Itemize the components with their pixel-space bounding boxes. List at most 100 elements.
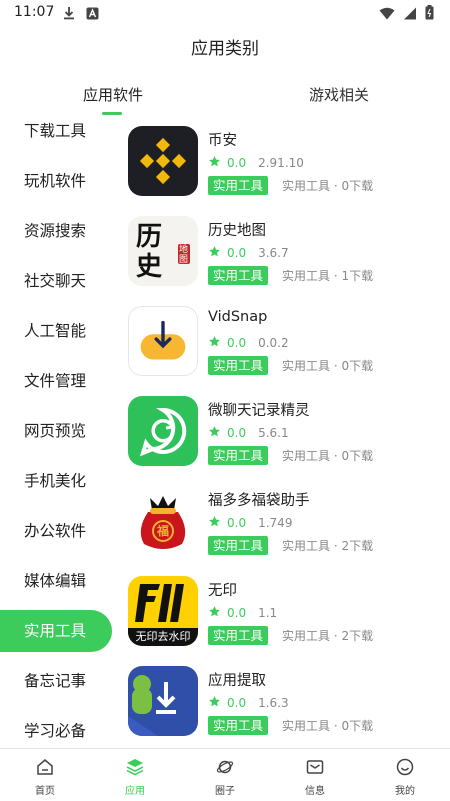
- history-map-icon: 历史 地图: [128, 216, 198, 286]
- smile-icon: [396, 758, 414, 776]
- star-icon: [208, 425, 221, 441]
- chat-restore-icon: [128, 396, 198, 466]
- nav-apps[interactable]: 应用: [90, 749, 180, 801]
- nav-label: 我的: [395, 786, 415, 797]
- sidebar-item-notes[interactable]: 备忘记事: [0, 660, 118, 702]
- battery-icon: [425, 5, 434, 24]
- sidebar-item-study[interactable]: 学习必备: [0, 710, 118, 748]
- app-extract-icon: [128, 666, 198, 736]
- nav-messages[interactable]: 信息: [270, 749, 360, 801]
- list-item[interactable]: 应用提取 0.0 1.6.3 实用工具 实用工具 · 0下载: [118, 658, 450, 748]
- message-icon: [306, 758, 324, 776]
- download-info: 实用工具 · 2下载: [282, 539, 374, 553]
- app-name: 历史地图: [208, 223, 266, 239]
- app-name: VidSnap: [208, 309, 268, 325]
- list-item[interactable]: 历史 地图 历史地图 0.0 3.6.7 实用工具 实用工具 · 1下载: [118, 208, 450, 298]
- app-name: 应用提取: [208, 673, 266, 689]
- star-icon: [208, 605, 221, 621]
- category-sidebar: 下载工具 玩机软件 资源搜索 社交聊天 人工智能 文件管理 网页预览 手机美化 …: [0, 104, 118, 748]
- download-status-icon: [62, 5, 76, 24]
- list-item[interactable]: 无印去水印 无印 0.0 1.1 实用工具 实用工具 · 2下载: [118, 568, 450, 658]
- nav-circle[interactable]: 圈子: [180, 749, 270, 801]
- app-name: 微聊天记录精灵: [208, 403, 310, 419]
- category-tag: 实用工具: [208, 536, 269, 555]
- lucky-bag-icon: 福: [128, 486, 198, 556]
- star-icon: [208, 245, 221, 261]
- status-time: 11:07: [14, 4, 55, 20]
- wifi-icon: [379, 5, 395, 24]
- nav-label: 首页: [35, 786, 55, 797]
- list-item[interactable]: 福 福多多福袋助手 0.0 1.749 实用工具 实用工具 · 2下载: [118, 478, 450, 568]
- download-info: 实用工具 · 0下载: [282, 719, 374, 733]
- planet-icon: [216, 758, 234, 776]
- sidebar-item-ai[interactable]: 人工智能: [0, 310, 118, 352]
- nav-label: 圈子: [215, 786, 235, 797]
- signal-icon: [403, 5, 417, 24]
- sidebar-item-download-tools[interactable]: 下载工具: [0, 110, 118, 152]
- category-tag: 实用工具: [208, 716, 269, 735]
- star-icon: [208, 695, 221, 711]
- download-arrow-icon: [128, 306, 198, 376]
- sidebar-item-web-preview[interactable]: 网页预览: [0, 410, 118, 452]
- sidebar-item-phone-tweaks[interactable]: 玩机软件: [0, 160, 118, 202]
- sidebar-item-media-editing[interactable]: 媒体编辑: [0, 560, 118, 602]
- icon-calligraphy-text: 历史: [136, 222, 163, 282]
- download-info: 实用工具 · 0下载: [282, 179, 374, 193]
- home-icon: [36, 758, 54, 776]
- app-name: 币安: [208, 133, 237, 149]
- nav-profile[interactable]: 我的: [360, 749, 450, 801]
- star-icon: [208, 515, 221, 531]
- watermark-remover-icon: 无印去水印: [128, 576, 198, 646]
- nav-label: 信息: [305, 786, 325, 797]
- download-info: 实用工具 · 1下载: [282, 269, 374, 283]
- star-icon: [208, 155, 221, 171]
- rating-value: 0.0: [227, 606, 247, 620]
- sidebar-item-resource-search[interactable]: 资源搜索: [0, 210, 118, 252]
- status-bar: 11:07: [0, 0, 450, 26]
- version-label: 3.6.7: [258, 246, 289, 260]
- nav-label: 应用: [125, 786, 145, 797]
- app-name: 无印: [208, 583, 237, 599]
- rating-value: 0.0: [227, 156, 247, 170]
- category-tag: 实用工具: [208, 626, 269, 645]
- tab-apps[interactable]: 应用软件: [83, 84, 143, 105]
- nav-home[interactable]: 首页: [0, 749, 90, 801]
- rating-value: 0.0: [227, 336, 247, 350]
- version-label: 1.6.3: [258, 696, 289, 710]
- binance-icon: [128, 126, 198, 196]
- download-info: 实用工具 · 2下载: [282, 629, 374, 643]
- version-label: 1.1: [258, 606, 278, 620]
- app-list: 币安 0.0 2.91.10 实用工具 实用工具 · 0下载 历史 地图 历史地…: [118, 118, 450, 748]
- tab-games[interactable]: 游戏相关: [309, 84, 369, 105]
- category-tag: 实用工具: [208, 266, 269, 285]
- sidebar-item-utilities[interactable]: 实用工具: [0, 610, 112, 652]
- bottom-nav: 首页 应用 圈子 信息 我的: [0, 748, 450, 801]
- category-tag: 实用工具: [208, 356, 269, 375]
- page-title: 应用类别: [191, 39, 259, 59]
- version-label: 2.91.10: [258, 156, 304, 170]
- apps-icon: [126, 758, 144, 776]
- sidebar-item-social-chat[interactable]: 社交聊天: [0, 260, 118, 302]
- version-label: 0.0.2: [258, 336, 289, 350]
- notification-a-icon: [86, 5, 99, 24]
- version-label: 5.6.1: [258, 426, 289, 440]
- icon-fu-text: 福: [156, 524, 169, 538]
- rating-value: 0.0: [227, 696, 247, 710]
- category-tag: 实用工具: [208, 446, 269, 465]
- download-info: 实用工具 · 0下载: [282, 449, 374, 463]
- list-item[interactable]: VidSnap 0.0 0.0.2 实用工具 实用工具 · 0下载: [118, 298, 450, 388]
- list-item[interactable]: 微聊天记录精灵 0.0 5.6.1 实用工具 实用工具 · 0下载: [118, 388, 450, 478]
- rating-value: 0.0: [227, 516, 247, 530]
- download-info: 实用工具 · 0下载: [282, 359, 374, 373]
- category-tag: 实用工具: [208, 176, 269, 195]
- star-icon: [208, 335, 221, 351]
- list-item[interactable]: 币安 0.0 2.91.10 实用工具 实用工具 · 0下载: [118, 118, 450, 208]
- rating-value: 0.0: [227, 246, 247, 260]
- icon-seal-text: 地图: [179, 245, 189, 265]
- app-name: 福多多福袋助手: [208, 493, 310, 509]
- version-label: 1.749: [258, 516, 293, 530]
- sidebar-item-theming[interactable]: 手机美化: [0, 460, 118, 502]
- sidebar-item-file-manager[interactable]: 文件管理: [0, 360, 118, 402]
- icon-caption-text: 无印去水印: [135, 630, 191, 643]
- sidebar-item-office[interactable]: 办公软件: [0, 510, 118, 552]
